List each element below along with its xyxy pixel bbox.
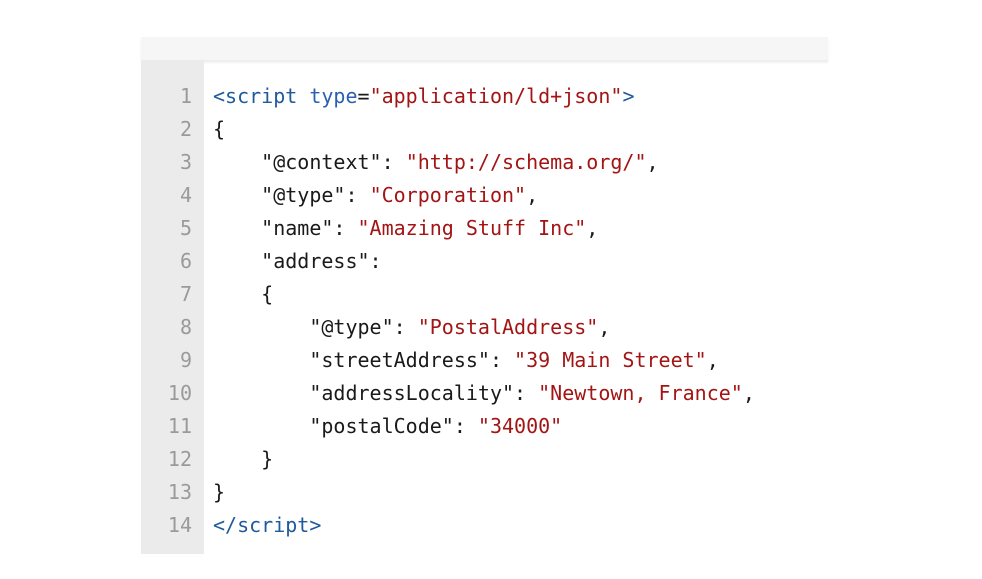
- code-body: 1 <script type="application/ld+json"> 2{3 …: [141, 80, 828, 542]
- code-token: :: [345, 183, 370, 207]
- code-line: 5 "name": "Amazing Stuff Inc",: [141, 212, 828, 245]
- code-token: :: [453, 414, 478, 438]
- code-token: type: [309, 84, 358, 108]
- line-number: 12: [167, 447, 192, 471]
- code-token: "name": [261, 216, 334, 240]
- code-token: </: [213, 513, 238, 537]
- code-token: :: [393, 315, 418, 339]
- code-line: 1 <script type="application/ld+json">: [141, 80, 828, 113]
- code-text: }: [213, 443, 273, 476]
- code-token: "34000": [477, 414, 563, 438]
- code-text: "@type": "PostalAddress",: [213, 311, 610, 344]
- code-line: 13}: [141, 476, 828, 509]
- code-token: "postalCode": [309, 414, 454, 438]
- code-token: script: [237, 513, 310, 537]
- code-token: "@context": [261, 150, 382, 174]
- line-number: 8: [179, 315, 192, 339]
- line-number: 11: [167, 414, 192, 438]
- code-token: ,: [742, 381, 755, 405]
- line-number: 2: [179, 117, 192, 141]
- code-token: :: [489, 348, 515, 372]
- code-token: ,: [526, 183, 539, 207]
- code-token: {: [213, 282, 274, 306]
- code-text: </script>: [213, 509, 321, 542]
- code-token: >: [622, 84, 635, 108]
- code-token: >: [309, 513, 322, 537]
- code-line: 2{: [141, 113, 828, 146]
- code-token: :: [369, 249, 382, 273]
- code-token: "address": [261, 249, 370, 273]
- code-token: "PostalAddress": [417, 315, 599, 339]
- code-line: 7 {: [141, 278, 828, 311]
- code-line: 10 "addressLocality": "Newtown, France",: [141, 377, 828, 410]
- code-text: {: [213, 278, 273, 311]
- code-text: "addressLocality": "Newtown, France",: [213, 377, 755, 410]
- code-line: 3 "@context": "http://schema.org/",: [141, 146, 828, 179]
- line-number: 13: [167, 480, 192, 504]
- code-token: ,: [706, 348, 719, 372]
- code-token: :: [333, 216, 358, 240]
- code-text: "address":: [213, 245, 382, 278]
- line-number: 9: [179, 348, 192, 372]
- code-token: }: [213, 447, 274, 471]
- code-token: <: [213, 84, 226, 108]
- line-number: 14: [167, 513, 192, 537]
- code-token: "http://schema.org/": [405, 150, 647, 174]
- code-token: ,: [646, 150, 659, 174]
- line-number: 6: [179, 249, 192, 273]
- code-token: {: [213, 117, 226, 141]
- code-token: ,: [598, 315, 611, 339]
- code-token: ,: [586, 216, 599, 240]
- line-number: 5: [179, 216, 192, 240]
- code-line: 4 "@type": "Corporation",: [141, 179, 828, 212]
- code-token: "application/ld+json": [369, 84, 623, 108]
- code-snippet-frame: 1 <script type="application/ld+json"> 2{3 …: [141, 37, 828, 554]
- line-number: 1: [179, 84, 192, 108]
- code-text: "name": "Amazing Stuff Inc",: [213, 212, 598, 245]
- code-text: {: [213, 113, 225, 146]
- code-token: "Amazing Stuff Inc": [357, 216, 587, 240]
- line-number: 10: [167, 381, 192, 405]
- code-snippet-header: [141, 37, 828, 64]
- code-text: }: [213, 476, 225, 509]
- code-text: "@type": "Corporation",: [213, 179, 538, 212]
- line-number: 7: [179, 282, 192, 306]
- code-line: 12 }: [141, 443, 828, 476]
- code-token: script: [225, 84, 298, 108]
- code-token: =: [357, 84, 370, 108]
- code-token: :: [514, 381, 539, 405]
- line-number: 3: [179, 150, 192, 174]
- code-token: "Newtown, France": [538, 381, 743, 405]
- line-number: 4: [179, 183, 192, 207]
- code-line: 14 </script>: [141, 509, 828, 542]
- code-token: }: [213, 480, 226, 504]
- code-text: <script type="application/ld+json">: [213, 80, 634, 113]
- code-token: "@type": [261, 183, 346, 207]
- code-line: 9 "streetAddress": "39 Main Street",: [141, 344, 828, 377]
- code-token: "@type": [309, 315, 394, 339]
- code-token: "streetAddress": [309, 348, 490, 372]
- code-line: 8 "@type": "PostalAddress",: [141, 311, 828, 344]
- code-token: :: [381, 150, 406, 174]
- code-text: "@context": "http://schema.org/",: [213, 146, 659, 179]
- code-token: "39 Main Street": [514, 348, 707, 372]
- code-text: "postalCode": "34000": [213, 410, 562, 443]
- code-text: "streetAddress": "39 Main Street",: [213, 344, 719, 377]
- code-line: 6 "address":: [141, 245, 828, 278]
- code-line: 11 "postalCode": "34000": [141, 410, 828, 443]
- code-token: "addressLocality": [309, 381, 515, 405]
- code-token: "Corporation": [369, 183, 527, 207]
